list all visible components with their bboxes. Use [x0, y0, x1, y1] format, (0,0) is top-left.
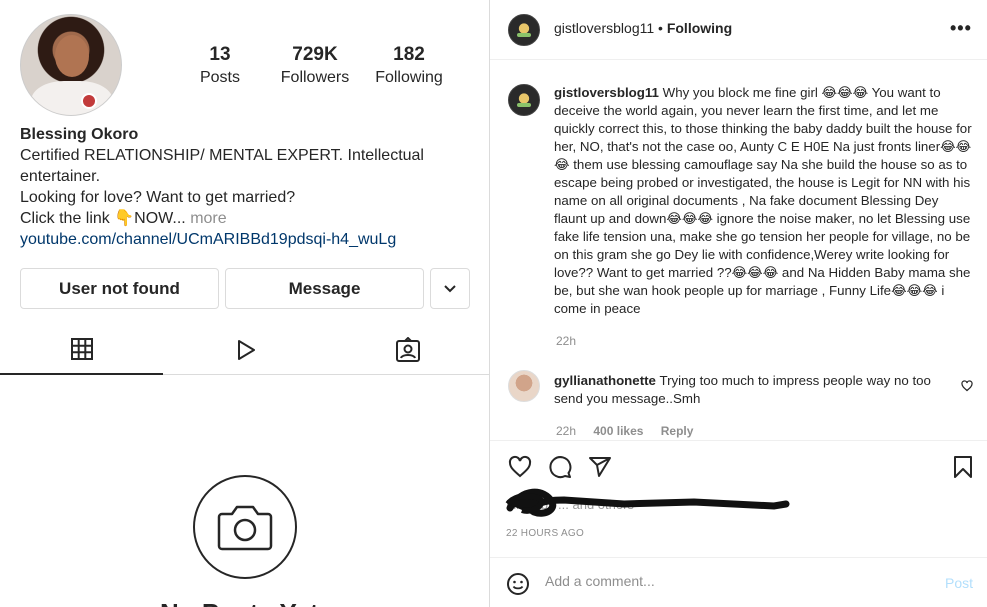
reels-icon: [237, 339, 255, 360]
stat-following-value: 182: [393, 44, 425, 65]
comment-icon[interactable]: [548, 455, 572, 479]
no-posts-camera: [193, 475, 297, 579]
suggestions-dropdown-button[interactable]: [430, 268, 470, 309]
profile-tabs: [0, 325, 490, 375]
profile-bio: Blessing Okoro Certified RELATIONSHIP/ M…: [20, 124, 480, 250]
bio-line-3-wrap: Click the link 👇NOW... more: [20, 208, 480, 229]
comment-reply[interactable]: Reply: [661, 424, 694, 438]
bookmark-icon[interactable]: [952, 455, 974, 479]
profile-avatar[interactable]: [20, 14, 122, 116]
comment-time: 22h: [556, 424, 577, 438]
comment-username[interactable]: gyllianathonette: [554, 373, 656, 388]
message-button[interactable]: Message: [225, 268, 424, 309]
tab-posts[interactable]: [0, 325, 163, 375]
commenter-avatar[interactable]: [508, 370, 540, 402]
post-header: gistloversblog11 • Following •••: [490, 0, 987, 60]
user-not-found-button[interactable]: User not found: [20, 268, 219, 309]
profile-panel: 13 Posts 729K Followers 182 Following Bl…: [0, 0, 490, 607]
caption-time: 22h: [556, 334, 577, 348]
add-comment-input[interactable]: [545, 573, 925, 589]
stat-followers[interactable]: 729K Followers: [270, 44, 360, 87]
caption-username[interactable]: gistloversblog11: [554, 85, 659, 100]
caption-author-avatar[interactable]: [508, 84, 540, 116]
profile-name: Blessing Okoro: [20, 126, 139, 143]
post-time-ago: 22 HOURS AGO: [506, 528, 585, 539]
bio-line-3: Click the link 👇NOW...: [20, 210, 186, 227]
avatar-badge: [81, 93, 97, 109]
post-panel: gistloversblog11 • Following ••• gistlov…: [490, 0, 987, 607]
screenshot-root: 13 Posts 729K Followers 182 Following Bl…: [0, 0, 987, 607]
stat-following-label: Following: [375, 69, 443, 86]
add-comment-bar: Post: [490, 557, 987, 607]
stat-followers-value: 729K: [292, 44, 338, 65]
tab-reels[interactable]: [163, 325, 326, 375]
stat-posts-label: Posts: [199, 69, 240, 86]
post-author-avatar[interactable]: [508, 14, 540, 46]
bio-line-1: Certified RELATIONSHIP/ MENTAL EXPERT. I…: [20, 147, 424, 185]
redaction-scribble: [505, 488, 790, 517]
post-author-username[interactable]: gistloversblog11: [554, 20, 654, 36]
emoji-icon[interactable]: [506, 572, 530, 596]
share-icon[interactable]: [588, 455, 612, 479]
avatar-face: [55, 35, 89, 77]
following-button[interactable]: Following: [667, 20, 732, 36]
grid-icon: [70, 338, 93, 360]
comment-likes[interactable]: 400 likes: [593, 424, 643, 438]
stat-following[interactable]: 182 Following: [366, 44, 452, 87]
stat-posts: 13 Posts: [186, 44, 254, 87]
stat-followers-label: Followers: [280, 69, 350, 86]
post-caption: gistloversblog11 Why you block me fine g…: [554, 84, 974, 318]
camera-icon: [217, 505, 273, 551]
caption-text: Why you block me fine girl 😂😂😂 You want …: [554, 85, 972, 316]
comment-meta: 22h 400 likes Reply: [556, 424, 693, 438]
bio-line-2: Looking for love? Want to get married?: [20, 189, 296, 206]
post-comment-button[interactable]: Post: [945, 575, 973, 591]
tab-tagged[interactable]: [326, 325, 489, 375]
more-icon[interactable]: •••: [950, 18, 972, 39]
no-posts-title: No Posts Yet: [160, 598, 318, 607]
comment: gyllianathonette Trying too much to impr…: [554, 372, 944, 408]
avatar-shirt: [31, 81, 113, 115]
actions-divider: [490, 440, 987, 441]
post-author: gistloversblog11 • Following: [554, 20, 732, 36]
heart-icon[interactable]: [508, 455, 532, 479]
bio-external-link[interactable]: youtube.com/channel/UCmARIBBd19pdsqi-h4_…: [20, 229, 480, 250]
post-actions: [508, 455, 978, 481]
header-separator: •: [658, 20, 663, 36]
bio-more-link[interactable]: more: [190, 210, 226, 227]
tagged-icon: [395, 336, 420, 362]
stat-posts-value: 13: [209, 44, 231, 65]
chevron-down-icon: [444, 284, 456, 292]
heart-icon[interactable]: [961, 380, 973, 392]
